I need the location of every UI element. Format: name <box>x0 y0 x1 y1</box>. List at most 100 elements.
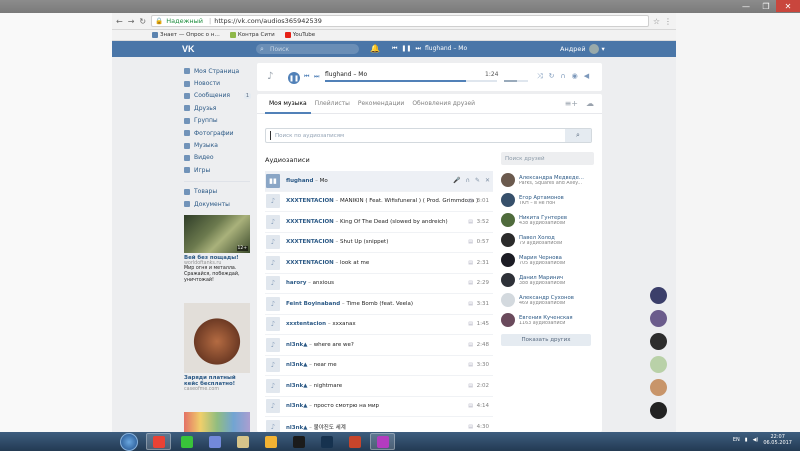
taskbar-app[interactable] <box>314 433 339 450</box>
track-row[interactable]: ♪ XXXTENTACION – Shut Up (snippet) ▤ 0:57 <box>265 233 493 253</box>
lyrics-icon[interactable]: ▤ <box>468 260 473 266</box>
track-artist[interactable]: XXXTENTACION <box>286 198 334 204</box>
bookmark-item[interactable]: YouTube <box>284 32 315 38</box>
track-row[interactable]: ♪ harory – anxious ▤ 2:29 <box>265 274 493 294</box>
friend-avatar[interactable] <box>501 273 515 287</box>
music-note-icon[interactable]: ♪ <box>266 276 280 291</box>
vk-search-input[interactable]: ⌕ Поиск <box>256 44 359 54</box>
pause-button[interactable]: ❚❚ <box>288 72 300 84</box>
friend-avatar[interactable] <box>501 253 515 267</box>
lyrics-icon[interactable]: ▤ <box>468 219 473 225</box>
clock[interactable]: 22:07 06.05.2017 <box>763 434 792 446</box>
friend-name[interactable]: Евгения Кученская <box>519 315 573 321</box>
lyrics-icon[interactable]: ▤ <box>468 424 473 430</box>
sidebar-item[interactable]: Музыка <box>184 139 254 151</box>
chat-avatar[interactable] <box>650 287 667 304</box>
friend-item[interactable]: Никита Гунтерев 438 аудиозаписей <box>501 210 598 230</box>
track-row[interactable]: ♪ XXXTENTACION – look at me ▤ 2:31 <box>265 253 493 274</box>
upload-icon[interactable]: ☁ <box>586 99 594 108</box>
network-icon[interactable]: ▮ <box>745 437 748 443</box>
ad-image-colorful[interactable] <box>184 412 250 432</box>
chat-avatar[interactable] <box>650 356 667 373</box>
track-row[interactable]: ♪ nl3nk▲ – просто смотрю на мир ▤ 4:14 <box>265 397 493 417</box>
pause-icon[interactable]: ❚❚ <box>401 45 411 53</box>
reload-icon[interactable]: ↻ <box>139 17 146 26</box>
prev-icon[interactable]: ⏮ <box>392 45 397 53</box>
friend-item[interactable]: Александра Медведе... Parks, Squares and … <box>501 170 598 190</box>
lyrics-icon[interactable]: ▤ <box>468 280 473 286</box>
friend-name[interactable]: Данил Маринич <box>519 275 565 281</box>
music-note-icon[interactable]: ♪ <box>266 337 280 352</box>
friend-avatar[interactable] <box>501 293 515 307</box>
friend-name[interactable]: Егор Артамонов <box>519 195 564 201</box>
bell-icon[interactable]: 🔔 <box>370 44 380 53</box>
menu-icon[interactable]: ⋮ <box>664 17 672 26</box>
bookmark-item[interactable]: Контра Сити <box>229 32 275 38</box>
music-note-icon[interactable]: ♪ <box>266 296 280 311</box>
friend-name[interactable]: Мария Чернова <box>519 255 565 261</box>
track-row[interactable]: ♪ xxxtentacion – xxxanax ▤ 1:45 <box>265 315 493 335</box>
track-artist[interactable]: nl3nk▲ <box>286 425 307 431</box>
friend-name[interactable]: Никита Гунтерев <box>519 215 567 221</box>
sidebar-item[interactable]: Группы <box>184 115 254 127</box>
track-artist[interactable]: Feint Boyinaband <box>286 301 340 307</box>
search-icon[interactable]: ⌕ <box>565 129 591 142</box>
ad-image-tank[interactable]: 12+ <box>184 215 250 253</box>
music-note-icon[interactable]: ♪ <box>266 194 280 209</box>
track-row[interactable]: ♪ nl3nk▲ – 불야진도 세계 ▤ 4:30 <box>265 417 493 432</box>
chat-avatar[interactable] <box>650 402 667 419</box>
taskbar-app[interactable] <box>174 433 199 450</box>
track-row[interactable]: ♪ Feint Boyinaband – Time Bomb (feat. Vee… <box>265 294 493 315</box>
progress-bar[interactable] <box>325 80 497 82</box>
track-row[interactable]: ♪ nl3nk▲ – nightmare ▤ 2:02 <box>265 376 493 397</box>
friend-item[interactable]: Александр Сухонов 469 аудиозаписей <box>501 290 598 310</box>
lyrics-icon[interactable]: ▤ <box>468 383 473 389</box>
user-menu[interactable]: Андрей ▾ <box>560 44 605 54</box>
lyrics-icon[interactable]: ▤ <box>468 321 473 327</box>
add-playlist-icon[interactable]: ≡+ <box>565 99 578 108</box>
volume-slider[interactable] <box>504 80 528 82</box>
music-note-icon[interactable]: ♪ <box>266 378 280 393</box>
sidebar-item[interactable]: Моя Страница <box>184 65 254 77</box>
tab-my-music[interactable]: Моя музыка <box>265 94 311 114</box>
forward-icon[interactable]: → <box>128 17 135 26</box>
friend-item[interactable]: Павел Холод 79 аудиозаписей <box>501 230 598 250</box>
friend-item[interactable]: Мария Чернова 705 аудиозаписей <box>501 250 598 270</box>
lyrics-icon[interactable]: ▤ <box>468 301 473 307</box>
track-row[interactable]: ♪ nl3nk▲ – near me ▤ 3:30 <box>265 356 493 376</box>
next-icon[interactable]: ⏭ <box>415 45 420 53</box>
tab-playlists[interactable]: Плейлисты <box>311 94 354 114</box>
taskbar-app[interactable] <box>342 433 367 450</box>
track-row[interactable]: ♪ XXXTENTACION – King Of The Dead (slowed… <box>265 212 493 233</box>
bookmark-item[interactable]: Знает — Опрос о н… <box>152 32 220 38</box>
sidebar-item[interactable]: Видео <box>184 152 254 164</box>
sidebar-item[interactable]: Документы <box>184 198 254 210</box>
close-button[interactable]: ✕ <box>776 0 800 12</box>
friend-name[interactable]: Александр Сухонов <box>519 295 574 301</box>
back-icon[interactable]: ← <box>116 17 123 26</box>
prev-icon[interactable]: ⏮ <box>304 73 309 81</box>
track-artist[interactable]: XXXTENTACION <box>286 219 334 225</box>
taskbar-app[interactable] <box>230 433 255 450</box>
music-note-icon[interactable]: ♪ <box>266 399 280 414</box>
headphones-icon[interactable]: ∩ <box>466 177 470 184</box>
friend-avatar[interactable] <box>501 233 515 247</box>
ad-image-case[interactable] <box>184 303 250 373</box>
track-row[interactable]: ▮▮ flughand – Mo 🎤 ∩ ✎ ✕ <box>265 171 493 192</box>
speaker-icon[interactable]: ◀ <box>584 72 589 81</box>
lyrics-icon[interactable]: ▤ <box>468 198 473 204</box>
language-indicator[interactable]: EN <box>733 437 740 443</box>
track-artist[interactable]: nl3nk▲ <box>286 403 307 409</box>
ad-block-3[interactable] <box>184 412 250 432</box>
track-artist[interactable]: nl3nk▲ <box>286 362 307 368</box>
music-note-icon[interactable]: ♪ <box>266 235 280 250</box>
music-note-icon[interactable]: ♪ <box>266 358 280 373</box>
friend-item[interactable]: Данил Маринич 388 аудиозаписей <box>501 270 598 290</box>
next-icon[interactable]: ⏭ <box>314 73 319 81</box>
repeat-icon[interactable]: ↻ <box>549 72 555 81</box>
playing-icon[interactable]: ▮▮ <box>266 173 280 188</box>
maximize-button[interactable]: ❐ <box>756 0 776 12</box>
sidebar-item[interactable]: Игры <box>184 164 254 176</box>
music-note-icon[interactable]: ♪ <box>266 255 280 270</box>
sidebar-item[interactable]: Новости <box>184 77 254 89</box>
